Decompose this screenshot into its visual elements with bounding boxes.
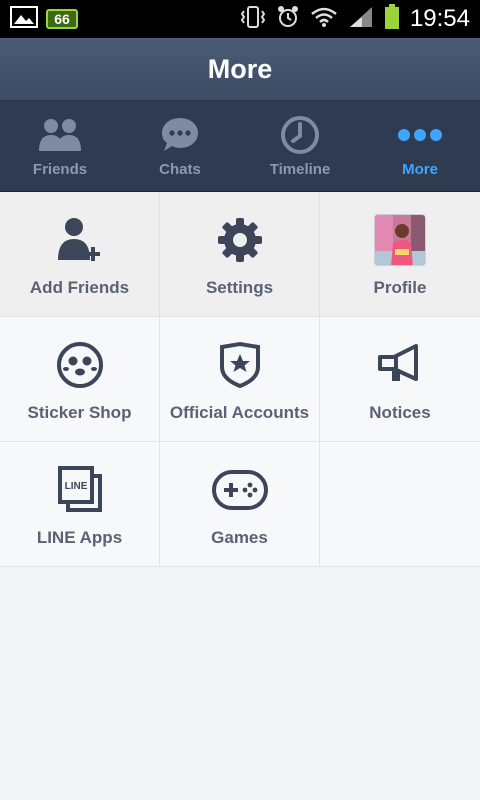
gallery-icon [10,5,38,33]
vibrate-icon [240,5,266,34]
menu-item-label: LINE Apps [36,528,123,547]
wifi-icon [310,6,338,33]
menu-item-line-apps[interactable]: LINE LINE Apps [0,442,160,567]
menu-item-label: Official Accounts [169,403,310,422]
status-bar: 66 19:54 [0,0,480,38]
empty-grid-cell [320,442,480,567]
menu-item-label: Add Friends [29,278,130,297]
tab-more-label: More [402,160,438,178]
menu-item-notices[interactable]: Notices [320,317,480,442]
menu-item-profile[interactable]: Profile [320,192,480,317]
menu-item-games[interactable]: Games [160,442,320,567]
tab-more[interactable]: More [360,101,480,191]
signal-icon [348,5,374,34]
tab-timeline-label: Timeline [269,160,331,178]
menu-item-label: Sticker Shop [27,403,132,422]
profile-photo-wrapper [374,210,426,270]
menu-item-label: Settings [205,278,274,297]
gamepad-icon [211,460,269,520]
menu-item-official-accounts[interactable]: Official Accounts [160,317,320,442]
clock-icon [280,115,320,155]
sticker-face-icon [56,335,104,395]
gear-icon [216,210,264,270]
friends-icon [37,115,83,155]
alarm-icon [276,5,300,34]
more-menu-grid: Add Friends Settings Profile Sticker Sho… [0,192,480,567]
menu-item-sticker-shop[interactable]: Sticker Shop [0,317,160,442]
tab-chats-label: Chats [159,160,201,178]
tab-friends-label: Friends [32,160,88,178]
tab-friends[interactable]: Friends [0,101,120,191]
menu-item-label: Profile [373,278,427,297]
line-apps-icon-text: LINE [64,481,87,492]
menu-item-add-friends[interactable]: Add Friends [0,192,160,317]
add-friend-icon [56,210,104,270]
battery-level-badge: 66 [46,9,78,29]
status-time: 19:54 [409,5,470,32]
chat-bubble-icon [160,115,200,155]
tab-timeline[interactable]: Timeline [240,101,360,191]
menu-item-settings[interactable]: Settings [160,192,320,317]
line-apps-icon: LINE [56,460,104,520]
tab-bar: Friends Chats Timeline More [0,101,480,192]
page-title: More [207,53,273,84]
battery-icon [384,3,400,35]
profile-photo [374,214,426,266]
menu-item-label: Notices [369,403,431,422]
header-bar: More [0,38,480,101]
megaphone-icon [376,335,424,395]
tab-chats[interactable]: Chats [120,101,240,191]
shield-star-icon [218,335,262,395]
menu-item-label: Games [211,528,268,547]
more-dots-icon [397,115,443,155]
